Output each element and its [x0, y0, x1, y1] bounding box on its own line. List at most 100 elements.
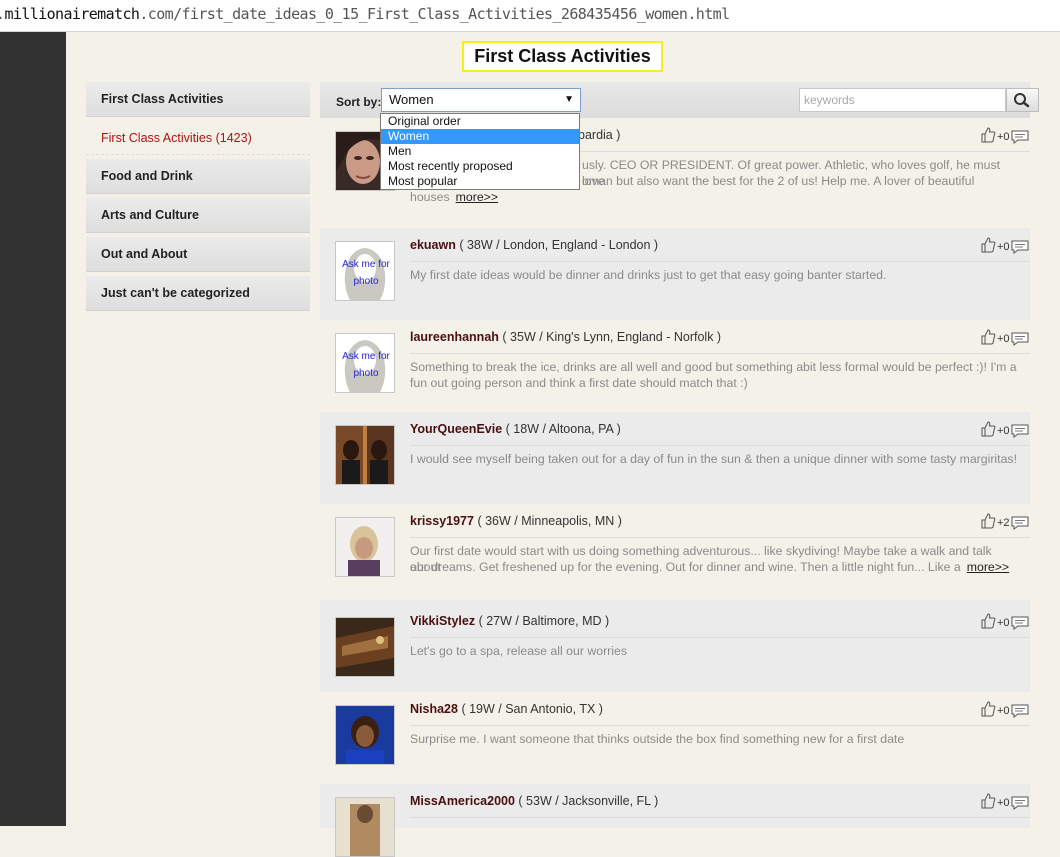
thumbs-up-icon[interactable]	[980, 237, 996, 253]
vote-count: +0	[997, 617, 1010, 629]
sort-option-women[interactable]: Women	[381, 129, 579, 144]
list-item: Ask me for photo ekuawn ( 38W / London, …	[320, 228, 1030, 320]
list-item: Ask me for photo laureenhannah ( 35W / K…	[320, 320, 1030, 412]
post-vote: +0	[980, 701, 1030, 719]
thumbs-up-icon[interactable]	[980, 421, 996, 437]
comment-icon[interactable]	[1011, 130, 1029, 144]
page-title: First Class Activities	[462, 41, 663, 72]
sort-selected-value: Women	[389, 92, 434, 107]
sidebar-item-uncategorized[interactable]: Just can't be categorized	[86, 276, 310, 311]
left-dark-panel	[0, 32, 66, 826]
post-text-l2: our dreams. Get freshened up for the eve…	[410, 560, 1010, 574]
avatar-placeholder[interactable]: Ask me for photo	[335, 241, 395, 301]
divider	[410, 445, 1030, 446]
comment-icon[interactable]	[1011, 704, 1029, 718]
post-text: I would see myself being taken out for a…	[410, 452, 1017, 466]
sidebar-item-arts-and-culture[interactable]: Arts and Culture	[86, 198, 310, 233]
post-vote: +0	[980, 237, 1030, 255]
list-item: Nisha28 ( 19W / San Antonio, TX ) +0 Sur…	[320, 692, 1030, 784]
vote-count: +2	[997, 517, 1010, 529]
post-username[interactable]: ekuawn ( 38W / London, England - London …	[410, 238, 658, 252]
thumbs-up-icon[interactable]	[980, 793, 996, 809]
ask-for-photo-link[interactable]: Ask me for photo	[336, 348, 394, 382]
list-item: MissAmerica2000 ( 53W / Jacksonville, FL…	[320, 784, 1030, 857]
divider	[410, 817, 1030, 818]
post-username[interactable]: laureenhannah ( 35W / King's Lynn, Engla…	[410, 330, 721, 344]
post-vote: +0	[980, 329, 1030, 347]
list-item: YourQueenEvie ( 18W / Altoona, PA ) +0 I…	[320, 412, 1030, 504]
post-vote: +0	[980, 793, 1030, 811]
category-sidebar: First Class Activities First Class Activ…	[86, 82, 310, 315]
post-text: My first date ideas would be dinner and …	[410, 268, 887, 282]
divider	[410, 537, 1030, 538]
vote-count: +0	[997, 241, 1010, 253]
post-vote: +0	[980, 421, 1030, 439]
post-username[interactable]: YourQueenEvie ( 18W / Altoona, PA )	[410, 422, 621, 436]
vote-count: +0	[997, 333, 1010, 345]
divider	[410, 725, 1030, 726]
post-text-l2: oman but also want the best for the 2 of…	[582, 174, 975, 188]
ask-for-photo-link[interactable]: Ask me for photo	[336, 256, 394, 290]
vote-count: +0	[997, 705, 1010, 717]
post-text: Let's go to a spa, release all our worri…	[410, 644, 627, 658]
post-username[interactable]: VikkiStylez ( 27W / Baltimore, MD )	[410, 614, 609, 628]
post-text-l1: Something to break the ice, drinks are a…	[410, 360, 1017, 374]
sidebar-item-out-and-about[interactable]: Out and About	[86, 237, 310, 272]
comment-icon[interactable]	[1011, 616, 1029, 630]
divider	[410, 353, 1030, 354]
keywords-search-input[interactable]: keywords	[799, 88, 1006, 112]
thumbs-up-icon[interactable]	[980, 127, 996, 143]
sort-option-men[interactable]: Men	[381, 144, 579, 159]
more-link[interactable]: more>>	[456, 190, 498, 204]
comment-icon[interactable]	[1011, 332, 1029, 346]
vote-count: +0	[997, 425, 1010, 437]
post-text-l3: houses more>>	[410, 190, 499, 204]
avatar[interactable]	[335, 705, 395, 765]
more-link[interactable]: more>>	[967, 560, 1009, 574]
divider	[410, 261, 1030, 262]
sort-label: Sort by:	[336, 95, 382, 109]
idea-list: bardia ) +0 usly. CEO OR PRESIDENT. Of g…	[320, 118, 1030, 857]
search-placeholder: keywords	[804, 93, 855, 107]
comment-icon[interactable]	[1011, 516, 1029, 530]
divider	[410, 637, 1030, 638]
vote-count: +0	[997, 131, 1010, 143]
list-item: VikkiStylez ( 27W / Baltimore, MD ) +0 L…	[320, 600, 1030, 692]
sort-option-original-order[interactable]: Original order	[381, 114, 579, 129]
post-username[interactable]: MissAmerica2000 ( 53W / Jacksonville, FL…	[410, 794, 658, 808]
post-username[interactable]: Nisha28 ( 19W / San Antonio, TX )	[410, 702, 603, 716]
avatar[interactable]	[335, 517, 395, 577]
thumbs-up-icon[interactable]	[980, 701, 996, 717]
sidebar-item-food-and-drink[interactable]: Food and Drink	[86, 159, 310, 194]
sort-option-most-popular[interactable]: Most popular	[381, 174, 579, 189]
list-item: krissy1977 ( 36W / Minneapolis, MN ) +2 …	[320, 504, 1030, 600]
url-text: .millionairematch.com/first_date_ideas_0…	[0, 5, 730, 23]
avatar[interactable]	[335, 617, 395, 677]
vote-count: +0	[997, 797, 1010, 809]
avatar-placeholder[interactable]: Ask me for photo	[335, 333, 395, 393]
post-vote: +0	[980, 127, 1030, 145]
chevron-down-icon: ▼	[564, 94, 574, 105]
search-button[interactable]	[1006, 88, 1039, 112]
sort-select[interactable]: Women ▼	[381, 88, 581, 112]
sidebar-subitem-first-class-activities-count[interactable]: First Class Activities (1423)	[86, 121, 310, 155]
sort-options-list: Original order Women Men Most recently p…	[380, 113, 580, 190]
post-vote: +0	[980, 613, 1030, 631]
address-bar[interactable]: .millionairematch.com/first_date_ideas_0…	[0, 0, 1060, 32]
comment-icon[interactable]	[1011, 796, 1029, 810]
post-username[interactable]: krissy1977 ( 36W / Minneapolis, MN )	[410, 514, 622, 528]
post-text-l2: fun out going person and think a first d…	[410, 376, 748, 390]
post-vote: +2	[980, 513, 1030, 531]
sort-option-most-recent[interactable]: Most recently proposed	[381, 159, 579, 174]
thumbs-up-icon[interactable]	[980, 613, 996, 629]
magnifier-icon	[1014, 93, 1030, 108]
thumbs-up-icon[interactable]	[980, 513, 996, 529]
thumbs-up-icon[interactable]	[980, 329, 996, 345]
comment-icon[interactable]	[1011, 424, 1029, 438]
avatar[interactable]	[335, 425, 395, 485]
avatar[interactable]	[335, 797, 395, 857]
post-meta-partial: bardia )	[578, 128, 621, 142]
post-text: Surprise me. I want someone that thinks …	[410, 732, 905, 746]
sidebar-item-first-class-activities[interactable]: First Class Activities	[86, 82, 310, 117]
comment-icon[interactable]	[1011, 240, 1029, 254]
